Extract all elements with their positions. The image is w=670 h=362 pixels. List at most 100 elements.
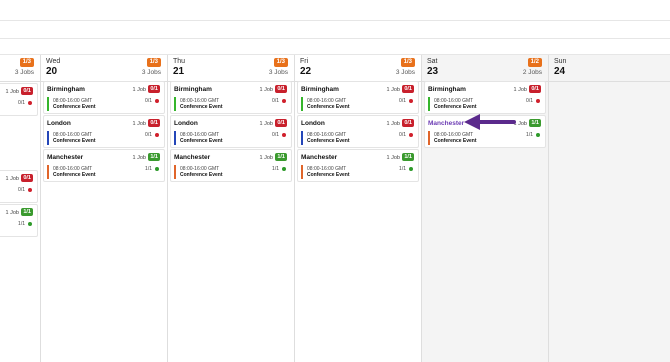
event-block[interactable]: 08:00-16:00 GMT Conference Event 0/1 (301, 97, 414, 111)
job-count: 1 Job (513, 87, 527, 93)
assigned-badge: 1/1 (402, 153, 414, 161)
day-number: 20 (46, 66, 58, 77)
job-card[interactable]: Birmingham 1 Job 0/1 08:00-16:00 GMT Conf… (170, 81, 292, 114)
job-card[interactable]: 1 Job 0/1 0/1 (0, 83, 38, 116)
event-name: Conference Event (180, 138, 223, 144)
assigned-ratio: 0/1 (526, 98, 533, 104)
event-name: Conference Event (307, 138, 350, 144)
day-column-sat: Sat 23 1/2 2 Jobs Birmingham 1 Job 0/1 0… (421, 55, 548, 362)
day-of-week: Thu (173, 58, 186, 65)
assigned-badge: 0/1 (402, 85, 414, 93)
job-count: 1 Job (132, 121, 146, 127)
day-header: 1/3 3 Jobs (0, 55, 40, 81)
assigned-ratio: 1/1 (18, 221, 25, 227)
assigned-ratio: 0/1 (399, 132, 406, 138)
location-name[interactable]: Birmingham (301, 86, 339, 93)
location-name[interactable]: London (301, 120, 325, 127)
assigned-badge: 1/1 (21, 208, 33, 216)
assigned-badge: 0/1 (148, 85, 160, 93)
toolbar-divider (0, 38, 670, 39)
pointer-arrow-icon (464, 114, 516, 130)
event-name: Conference Event (180, 172, 223, 178)
day-column: 1/3 3 Jobs 1 Job 0/1 0/1 1 Job 0/1 0/1 1… (0, 55, 40, 362)
assigned-ratio: 1/1 (526, 132, 533, 138)
event-block[interactable]: 08:00-16:00 GMT Conference Event 0/1 (174, 131, 287, 145)
day-number: 22 (300, 66, 312, 77)
event-block[interactable]: 0/1 (0, 186, 33, 200)
day-number: 23 (427, 66, 439, 77)
job-card[interactable]: Birmingham 1 Job 0/1 08:00-16:00 GMT Conf… (424, 81, 546, 114)
status-dot (155, 167, 159, 171)
event-block[interactable]: 08:00-16:00 GMT Conference Event 0/1 (174, 97, 287, 111)
event-block[interactable]: 1/1 (0, 220, 33, 234)
location-name[interactable]: Birmingham (428, 86, 466, 93)
job-card[interactable]: Birmingham 1 Job 0/1 08:00-16:00 GMT Conf… (43, 81, 165, 114)
assigned-badge: 0/1 (275, 119, 287, 127)
status-dot (28, 188, 32, 192)
location-name[interactable]: London (47, 120, 71, 127)
day-number: 24 (554, 66, 566, 77)
staffing-badge: 1/3 (400, 58, 415, 67)
assigned-ratio: 1/1 (399, 166, 406, 172)
assigned-badge: 0/1 (21, 87, 33, 95)
status-dot (282, 167, 286, 171)
event-name: Conference Event (307, 172, 350, 178)
event-block[interactable]: 08:00-16:00 GMT Conference Event 0/1 (301, 131, 414, 145)
day-header: Sun 24 (549, 55, 670, 81)
job-count: 1 Job (132, 155, 146, 161)
location-name[interactable]: Manchester (174, 154, 210, 161)
assigned-badge: 1/1 (148, 153, 160, 161)
day-of-week: Sun (554, 58, 567, 65)
assigned-badge: 1/1 (275, 153, 287, 161)
event-block[interactable]: 08:00-16:00 GMT Conference Event 1/1 (428, 131, 541, 145)
assigned-ratio: 0/1 (145, 132, 152, 138)
location-name[interactable]: Manchester (47, 154, 83, 161)
location-name-link[interactable]: Manchester (428, 120, 464, 127)
job-card[interactable]: 1 Job 1/1 1/1 (0, 204, 38, 237)
location-name[interactable]: London (174, 120, 198, 127)
job-count: 1 Job (259, 87, 273, 93)
event-name: Conference Event (53, 104, 96, 110)
location-name[interactable]: Birmingham (47, 86, 85, 93)
location-name[interactable]: Manchester (301, 154, 337, 161)
job-card[interactable]: London 1 Job 0/1 08:00-16:00 GMT Conferen… (297, 115, 419, 148)
day-header: Sat 23 1/2 2 Jobs (422, 55, 548, 81)
staffing-badge: 1/2 (527, 58, 542, 67)
location-name[interactable]: Birmingham (174, 86, 212, 93)
assigned-ratio: 0/1 (145, 98, 152, 104)
job-card[interactable]: London 1 Job 0/1 08:00-16:00 GMT Conferen… (43, 115, 165, 148)
assigned-badge: 0/1 (21, 174, 33, 182)
assigned-ratio: 0/1 (18, 187, 25, 193)
staffing-badge: 1/3 (273, 58, 288, 67)
job-card[interactable]: Manchester 1 Job 1/1 08:00-16:00 GMT Conf… (43, 149, 165, 182)
job-card[interactable]: Manchester 1 Job 1/1 08:00-16:00 GMT Conf… (170, 149, 292, 182)
job-card[interactable]: Birmingham 1 Job 0/1 08:00-16:00 GMT Conf… (297, 81, 419, 114)
event-block[interactable]: 08:00-16:00 GMT Conference Event 1/1 (47, 165, 160, 179)
status-dot (409, 133, 413, 137)
job-count: 1 Job (259, 155, 273, 161)
job-count: 1 Job (386, 121, 400, 127)
event-block[interactable]: 08:00-16:00 GMT Conference Event 0/1 (428, 97, 541, 111)
job-count: 1 Job (259, 121, 273, 127)
status-dot (28, 222, 32, 226)
event-block[interactable]: 08:00-16:00 GMT Conference Event 1/1 (301, 165, 414, 179)
day-header: Fri 22 1/3 3 Jobs (295, 55, 421, 81)
day-of-week: Fri (300, 58, 309, 65)
staffing-badge: 1/3 (19, 58, 34, 67)
event-block[interactable]: 08:00-16:00 GMT Conference Event 1/1 (174, 165, 287, 179)
status-dot (409, 167, 413, 171)
assigned-ratio: 1/1 (145, 166, 152, 172)
job-card[interactable]: 1 Job 0/1 0/1 (0, 170, 38, 203)
job-card[interactable]: London 1 Job 0/1 08:00-16:00 GMT Conferen… (170, 115, 292, 148)
assigned-badge: 1/1 (529, 119, 541, 127)
event-block[interactable]: 0/1 (0, 99, 33, 113)
jobs-count: 3 Jobs (141, 69, 161, 76)
status-dot (282, 99, 286, 103)
event-block[interactable]: 08:00-16:00 GMT Conference Event 0/1 (47, 97, 160, 111)
status-dot (536, 99, 540, 103)
jobs-count: 2 Jobs (522, 69, 542, 76)
event-block[interactable]: 08:00-16:00 GMT Conference Event 0/1 (47, 131, 160, 145)
job-count: 1 Job (132, 87, 146, 93)
job-card[interactable]: Manchester 1 Job 1/1 08:00-16:00 GMT Conf… (297, 149, 419, 182)
assigned-badge: 0/1 (402, 119, 414, 127)
